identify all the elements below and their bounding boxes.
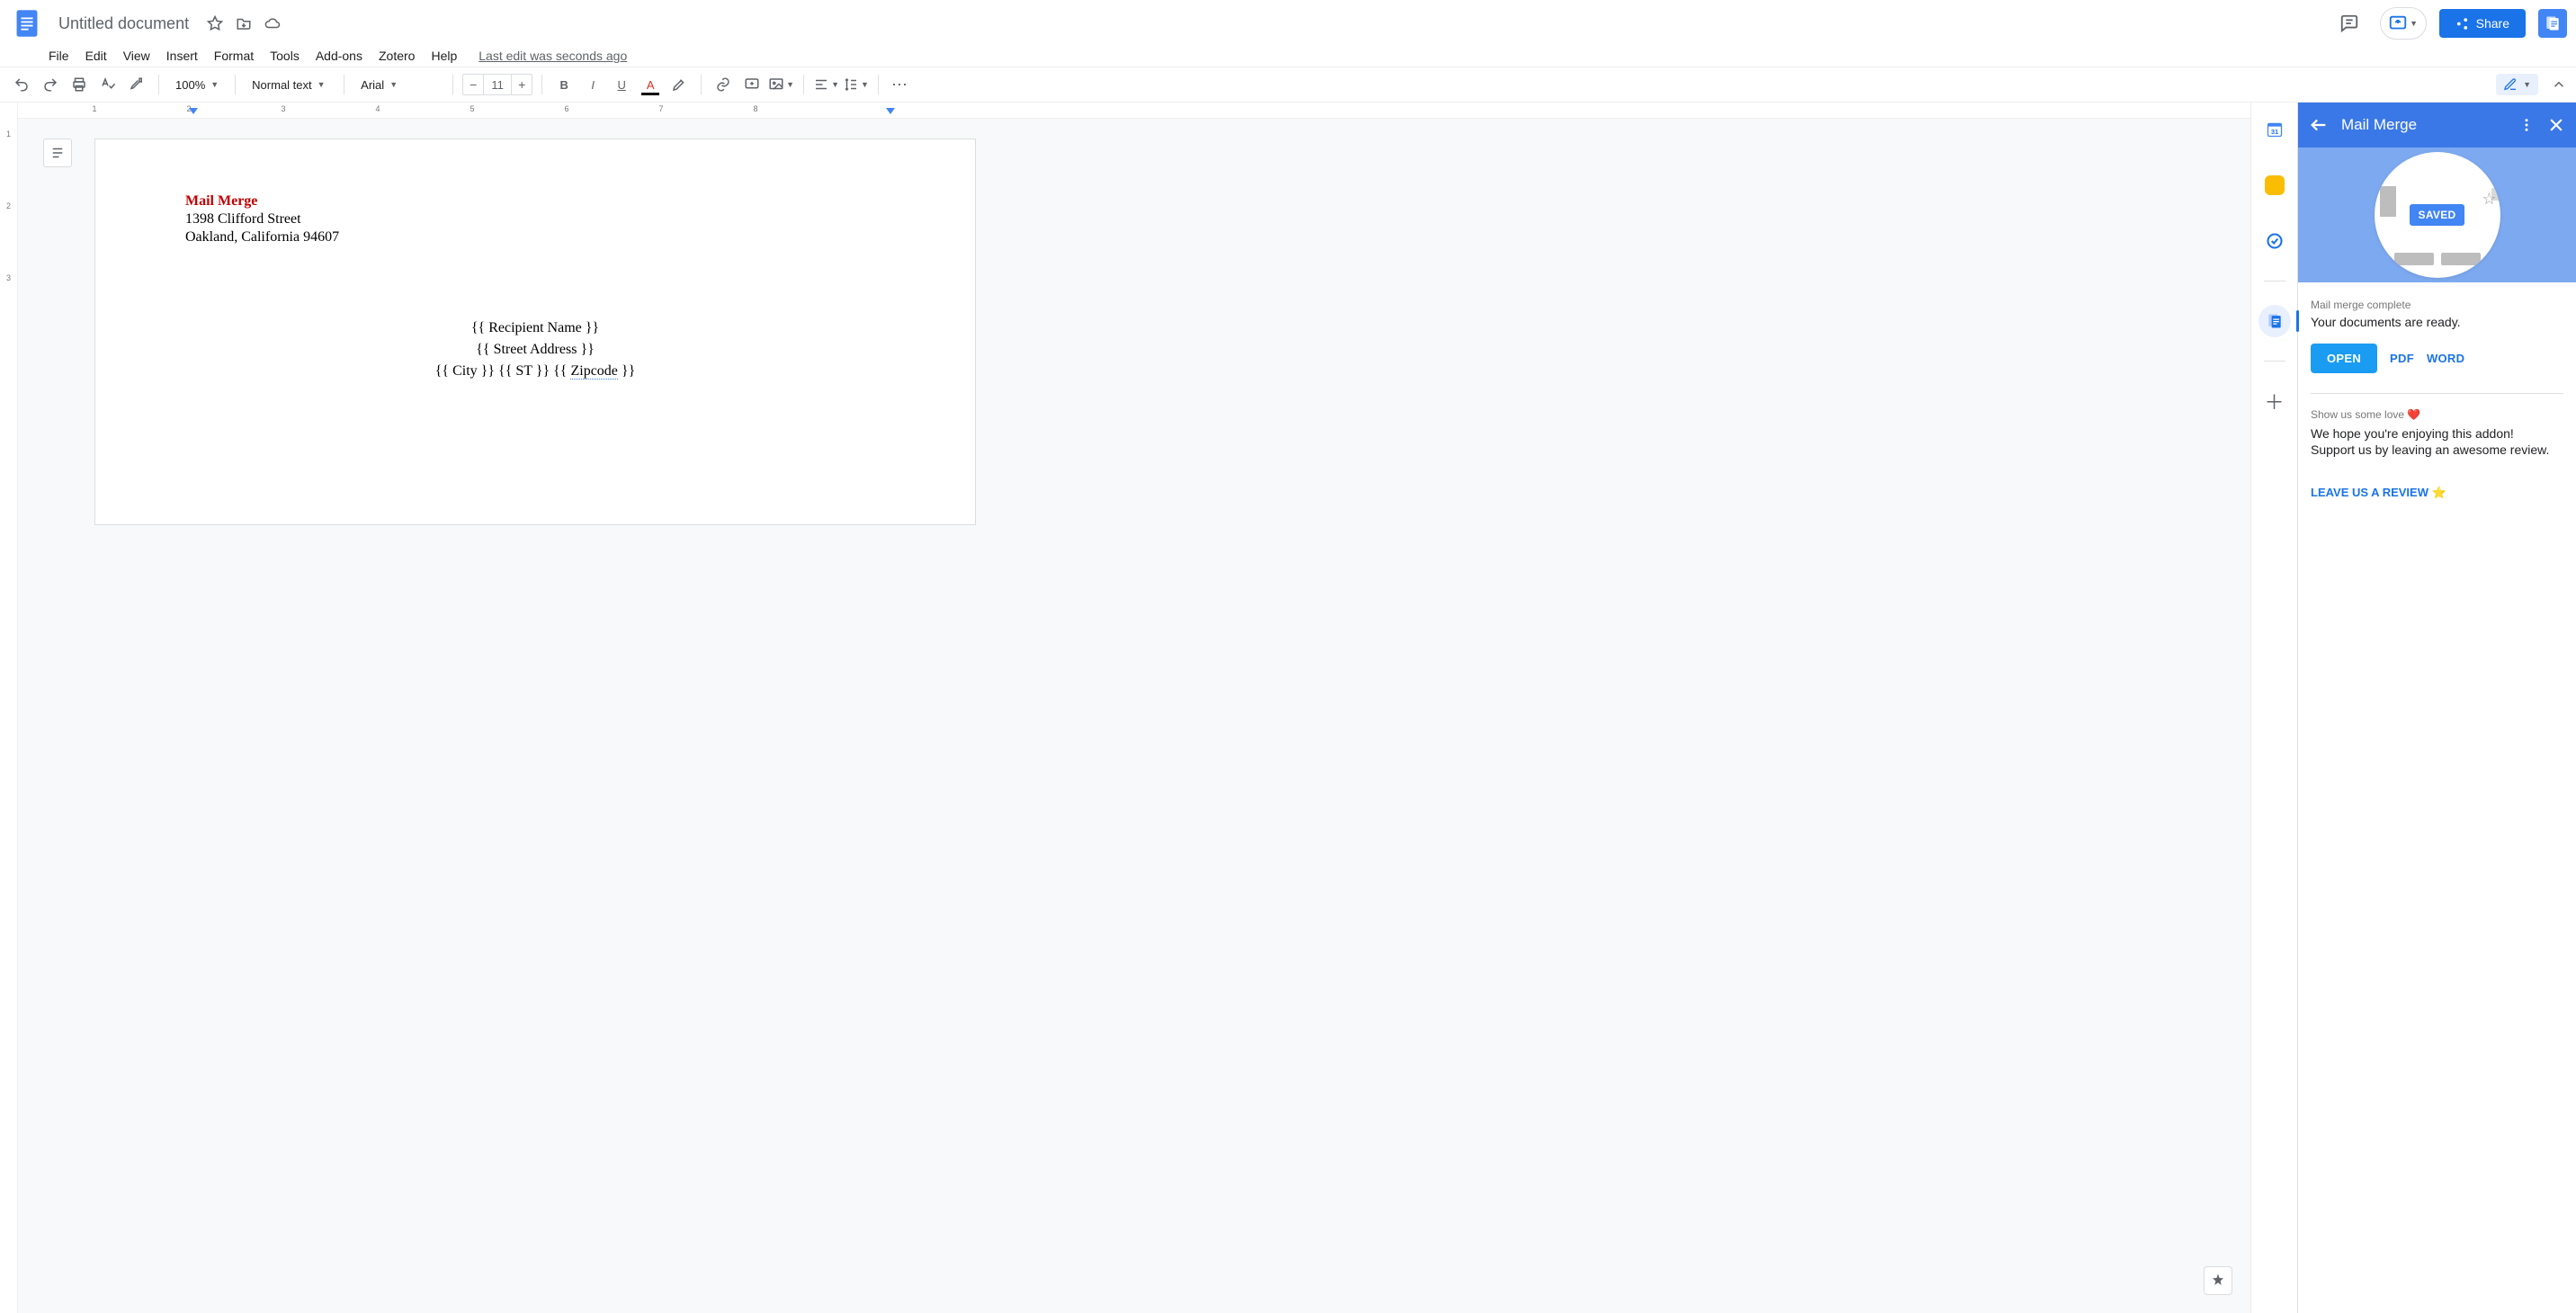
share-button[interactable]: Share xyxy=(2439,9,2526,38)
show-outline-button[interactable] xyxy=(43,138,72,167)
indent-right-marker[interactable] xyxy=(886,108,895,114)
undo-button[interactable] xyxy=(9,72,34,97)
doc-text: Oakland, California 94607 xyxy=(185,229,885,246)
word-link[interactable]: WORD xyxy=(2427,352,2464,365)
style-value: Normal text xyxy=(252,78,311,92)
calendar-icon[interactable]: 31 xyxy=(2258,113,2291,146)
zoom-value: 100% xyxy=(175,78,205,92)
last-edit-link[interactable]: Last edit was seconds ago xyxy=(471,45,634,67)
pdf-link[interactable]: PDF xyxy=(2390,352,2414,365)
underline-button[interactable]: U xyxy=(609,72,634,97)
separator xyxy=(541,75,542,94)
account-avatar[interactable] xyxy=(2538,9,2567,38)
leave-review-link[interactable]: LEAVE US A REVIEW ⭐ xyxy=(2311,486,2446,500)
doc-heading: Mail Merge xyxy=(185,193,885,210)
separator xyxy=(878,75,879,94)
status-message: Your documents are ready. xyxy=(2311,315,2563,329)
get-addons-button[interactable]: ＋ xyxy=(2258,385,2291,417)
separator xyxy=(2264,361,2285,362)
separator xyxy=(235,75,236,94)
back-icon[interactable] xyxy=(2309,115,2329,135)
review-msg: Support us by leaving an awesome review. xyxy=(2311,442,2563,457)
line-spacing-button[interactable]: ▼ xyxy=(843,72,869,97)
menubar: File Edit View Insert Format Tools Add-o… xyxy=(0,43,2576,67)
document-page[interactable]: Mail Merge 1398 Clifford Street Oakland,… xyxy=(94,138,976,525)
move-icon[interactable] xyxy=(235,14,253,32)
open-button[interactable]: OPEN xyxy=(2311,344,2377,373)
text-color-button[interactable]: A xyxy=(638,72,663,97)
font-size-increase[interactable]: + xyxy=(512,77,532,92)
hide-menus-button[interactable] xyxy=(2551,76,2567,93)
close-icon[interactable] xyxy=(2547,116,2565,134)
menu-view[interactable]: View xyxy=(116,45,157,67)
toolbar: 100%▼ Normal text▼ Arial▼ − 11 + B I U A… xyxy=(0,67,2576,103)
editing-mode-button[interactable]: ▼ xyxy=(2496,74,2538,95)
saved-badge: SAVED xyxy=(2410,204,2465,226)
docs-logo[interactable] xyxy=(9,5,45,41)
keep-icon[interactable] xyxy=(2258,169,2291,201)
style-select[interactable]: Normal text▼ xyxy=(245,72,335,97)
menu-help[interactable]: Help xyxy=(424,45,464,67)
font-value: Arial xyxy=(361,78,384,92)
font-size-stepper[interactable]: − 11 + xyxy=(462,74,532,95)
tasks-icon[interactable] xyxy=(2258,225,2291,257)
app-header: Untitled document ▼ xyxy=(0,0,2576,43)
separator xyxy=(803,75,804,94)
cloud-status-icon[interactable] xyxy=(264,14,282,32)
menu-format[interactable]: Format xyxy=(207,45,261,67)
addon-panel: Mail Merge SAVED ☆ Mai xyxy=(2297,103,2576,1313)
review-msg: We hope you're enjoying this addon! xyxy=(2311,426,2563,441)
addon-panel-title: Mail Merge xyxy=(2341,116,2506,134)
vertical-ruler: 1 2 3 xyxy=(0,103,18,1313)
menu-insert[interactable]: Insert xyxy=(159,45,205,67)
canvas-scroll[interactable]: Mail Merge 1398 Clifford Street Oakland,… xyxy=(18,119,2250,1313)
font-size-decrease[interactable]: − xyxy=(463,77,483,92)
svg-text:31: 31 xyxy=(2270,128,2277,136)
italic-button[interactable]: I xyxy=(580,72,605,97)
addon-panel-header: Mail Merge xyxy=(2298,103,2576,147)
side-panel-strip: 31 ＋ xyxy=(2250,103,2297,1313)
font-size-value[interactable]: 11 xyxy=(483,75,512,94)
menu-zotero[interactable]: Zotero xyxy=(371,45,422,67)
doc-text: 1398 Clifford Street xyxy=(185,211,885,228)
align-button[interactable]: ▼ xyxy=(813,72,839,97)
separator xyxy=(158,75,159,94)
review-subtitle: Show us some love ❤️ xyxy=(2311,408,2563,421)
insert-link-button[interactable] xyxy=(711,72,736,97)
bold-button[interactable]: B xyxy=(551,72,577,97)
insert-image-button[interactable]: ▼ xyxy=(768,72,794,97)
highlight-button[interactable] xyxy=(666,72,692,97)
mail-merge-addon-icon[interactable] xyxy=(2258,305,2291,337)
spellcheck-button[interactable] xyxy=(95,72,121,97)
separator xyxy=(701,75,702,94)
more-vert-icon[interactable] xyxy=(2518,117,2535,133)
separator xyxy=(2311,393,2563,394)
present-button[interactable]: ▼ xyxy=(2380,7,2427,40)
menu-edit[interactable]: Edit xyxy=(78,45,114,67)
zoom-select[interactable]: 100%▼ xyxy=(168,72,226,97)
doc-text: {{ Recipient Name }} {{ Street Address }… xyxy=(185,317,885,382)
redo-button[interactable] xyxy=(38,72,63,97)
document-title[interactable]: Untitled document xyxy=(52,12,195,36)
print-button[interactable] xyxy=(67,72,92,97)
share-label: Share xyxy=(2476,16,2509,31)
star-icon[interactable] xyxy=(206,14,224,32)
indent-left-marker[interactable] xyxy=(189,108,198,114)
horizontal-ruler[interactable]: 1 2 3 4 5 6 7 8 xyxy=(18,103,2250,119)
status-subtitle: Mail merge complete xyxy=(2311,299,2563,311)
separator xyxy=(452,75,453,94)
menu-addons[interactable]: Add-ons xyxy=(309,45,370,67)
more-button[interactable]: ⋯ xyxy=(888,72,913,97)
explore-button[interactable] xyxy=(2204,1266,2232,1295)
addon-hero: SAVED ☆ xyxy=(2298,147,2576,282)
paint-format-button[interactable] xyxy=(124,72,149,97)
menu-tools[interactable]: Tools xyxy=(263,45,307,67)
comments-button[interactable] xyxy=(2331,7,2367,40)
font-select[interactable]: Arial▼ xyxy=(353,72,443,97)
menu-file[interactable]: File xyxy=(41,45,76,67)
add-comment-button[interactable] xyxy=(739,72,765,97)
